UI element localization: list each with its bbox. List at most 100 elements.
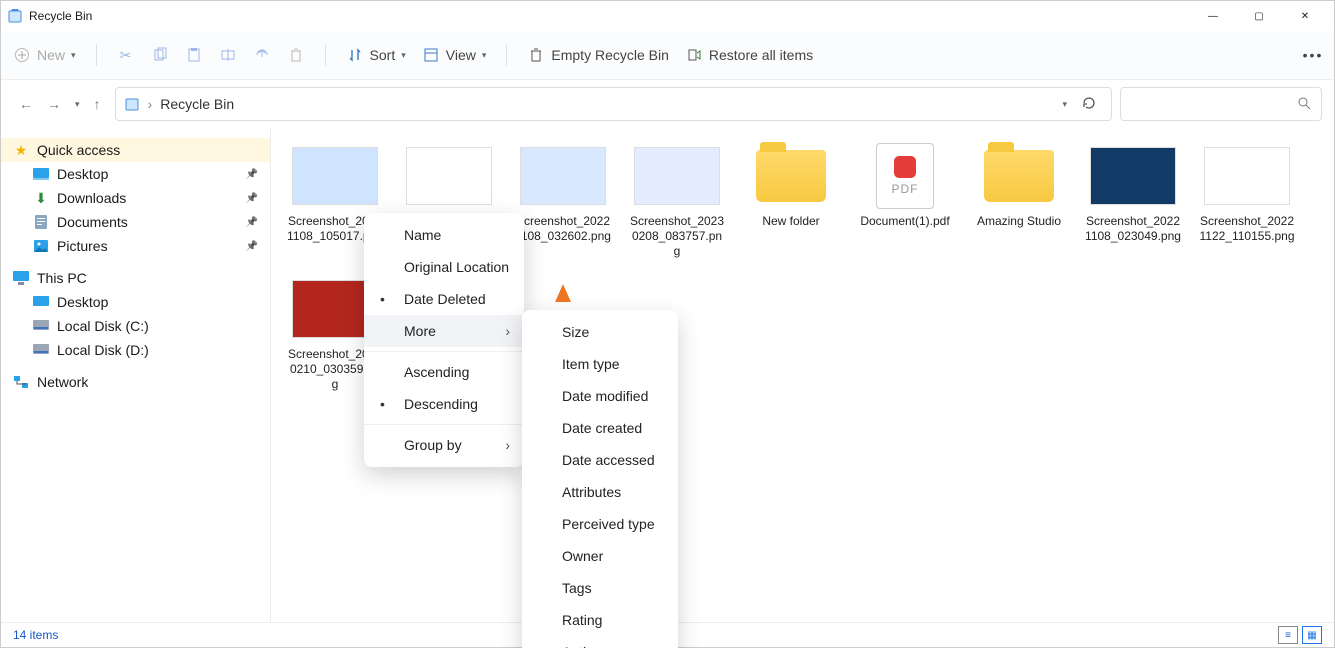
window-title: Recycle Bin — [29, 9, 1190, 23]
sidebar-label: Desktop — [57, 166, 108, 182]
minimize-button[interactable]: — — [1190, 1, 1236, 31]
file-thumbnail — [746, 144, 836, 208]
restore-label: Restore all items — [709, 47, 813, 63]
separator — [506, 44, 507, 66]
cut-icon[interactable]: ✂ — [117, 46, 135, 64]
sidebar-item-this-pc[interactable]: This PC — [1, 266, 270, 290]
menu-item-rating[interactable]: Rating — [522, 604, 678, 636]
pc-icon — [13, 270, 29, 286]
thumbnails-view-button[interactable]: ▦ — [1302, 626, 1322, 644]
sidebar-item-pictures[interactable]: Pictures — [1, 234, 270, 258]
forward-button[interactable]: → — [47, 96, 61, 112]
menu-item-attributes[interactable]: Attributes — [522, 476, 678, 508]
menu-item-date-accessed[interactable]: Date accessed — [522, 444, 678, 476]
breadcrumb-path[interactable]: Recycle Bin — [160, 96, 234, 112]
menu-item-date-created[interactable]: Date created — [522, 412, 678, 444]
maximize-icon: ▢ — [1254, 11, 1263, 22]
rename-icon[interactable] — [219, 46, 237, 64]
sidebar-item-desktop[interactable]: Desktop — [1, 162, 270, 186]
menu-label: Name — [404, 227, 441, 243]
more-submenu: Size Item type Date modified Date create… — [522, 310, 678, 648]
toolbar: New ▾ ✂ Sort ▾ View ▾ Empty Recycle Bin … — [1, 31, 1334, 80]
sidebar-item-local-disk-c[interactable]: Local Disk (C:) — [1, 314, 270, 338]
trash-icon — [527, 46, 545, 64]
file-item[interactable]: Screenshot_20230208_083757.png — [629, 144, 725, 259]
file-item[interactable]: Screenshot_20221108_023049.png — [1085, 144, 1181, 259]
up-button[interactable]: ↑ — [94, 96, 101, 112]
menu-item-perceived-type[interactable]: Perceived type — [522, 508, 678, 540]
menu-label: Descending — [404, 396, 478, 412]
empty-recycle-bin-button[interactable]: Empty Recycle Bin — [527, 46, 668, 64]
back-button[interactable]: ← — [19, 96, 33, 112]
breadcrumb-sep: › — [148, 96, 153, 112]
share-icon[interactable] — [253, 46, 271, 64]
close-button[interactable]: ✕ — [1282, 1, 1328, 31]
menu-item-size[interactable]: Size — [522, 316, 678, 348]
network-icon — [13, 374, 29, 390]
file-label: Screenshot_20221108_032602.png — [515, 214, 611, 244]
sidebar-item-local-disk-d[interactable]: Local Disk (D:) — [1, 338, 270, 362]
menu-item-name[interactable]: Name — [364, 219, 524, 251]
sidebar-item-downloads[interactable]: ⬇ Downloads — [1, 186, 270, 210]
details-view-button[interactable]: ≡ — [1278, 626, 1298, 644]
menu-label: Owner — [562, 548, 603, 564]
file-item[interactable]: Screenshot_20221108_032602.png — [515, 144, 611, 259]
menu-item-owner[interactable]: Owner — [522, 540, 678, 572]
view-button[interactable]: View ▾ — [422, 46, 487, 64]
file-item[interactable]: Amazing Studio — [971, 144, 1067, 259]
menu-label: Rating — [562, 612, 602, 628]
menu-item-date-deleted[interactable]: Date Deleted — [364, 283, 524, 315]
menu-item-item-type[interactable]: Item type — [522, 348, 678, 380]
menu-label: Authors — [562, 644, 610, 648]
sort-button[interactable]: Sort ▾ — [346, 46, 406, 64]
more-icon[interactable]: ••• — [1304, 46, 1322, 64]
restore-all-button[interactable]: Restore all items — [685, 46, 813, 64]
separator — [325, 44, 326, 66]
menu-item-original-location[interactable]: Original Location — [364, 251, 524, 283]
menu-item-more[interactable]: More — [364, 315, 524, 347]
copy-icon[interactable] — [151, 46, 169, 64]
history-chevron-icon[interactable]: ▾ — [75, 99, 80, 110]
menu-label: Size — [562, 324, 589, 340]
search-input[interactable] — [1120, 87, 1322, 121]
desktop-icon — [33, 294, 49, 310]
file-item[interactable]: Screenshot_20221122_110155.png — [1199, 144, 1295, 259]
paste-icon[interactable] — [185, 46, 203, 64]
recycle-bin-icon — [124, 96, 140, 112]
menu-label: Date created — [562, 420, 642, 436]
view-toggle: ≡ ▦ — [1278, 626, 1322, 644]
sidebar-label: Quick access — [37, 142, 120, 158]
breadcrumb[interactable]: › Recycle Bin ▾ — [115, 87, 1112, 121]
new-button[interactable]: New ▾ — [13, 46, 76, 64]
file-item[interactable]: New folder — [743, 144, 839, 259]
search-icon — [1297, 96, 1311, 113]
menu-item-group-by[interactable]: Group by — [364, 429, 524, 461]
chevron-down-icon: ▾ — [401, 50, 406, 61]
menu-item-authors[interactable]: Authors — [522, 636, 678, 648]
menu-item-date-modified[interactable]: Date modified — [522, 380, 678, 412]
sidebar-item-documents[interactable]: Documents — [1, 210, 270, 234]
breadcrumb-chevron-icon[interactable]: ▾ — [1062, 99, 1067, 110]
menu-item-ascending[interactable]: Ascending — [364, 356, 524, 388]
separator — [96, 44, 97, 66]
file-label: Screenshot_20221108_023049.png — [1085, 214, 1181, 244]
maximize-button[interactable]: ▢ — [1236, 1, 1282, 31]
menu-label: Perceived type — [562, 516, 655, 532]
star-icon: ★ — [13, 142, 29, 158]
delete-icon[interactable] — [287, 46, 305, 64]
menu-label: Ascending — [404, 364, 469, 380]
restore-icon — [685, 46, 703, 64]
refresh-button[interactable] — [1075, 95, 1103, 114]
file-thumbnail — [290, 144, 380, 208]
sidebar-item-desktop2[interactable]: Desktop — [1, 290, 270, 314]
document-icon — [33, 214, 49, 230]
sidebar-item-network[interactable]: Network — [1, 370, 270, 394]
menu-label: More — [404, 323, 436, 339]
nav-arrows: ← → ▾ ↑ — [13, 96, 107, 112]
menu-item-descending[interactable]: Descending — [364, 388, 524, 420]
menu-item-tags[interactable]: Tags — [522, 572, 678, 604]
sidebar-item-quick-access[interactable]: ★ Quick access — [1, 138, 270, 162]
file-item[interactable]: Document(1).pdf — [857, 144, 953, 259]
window-controls: — ▢ ✕ — [1190, 1, 1328, 31]
menu-divider — [364, 424, 524, 425]
